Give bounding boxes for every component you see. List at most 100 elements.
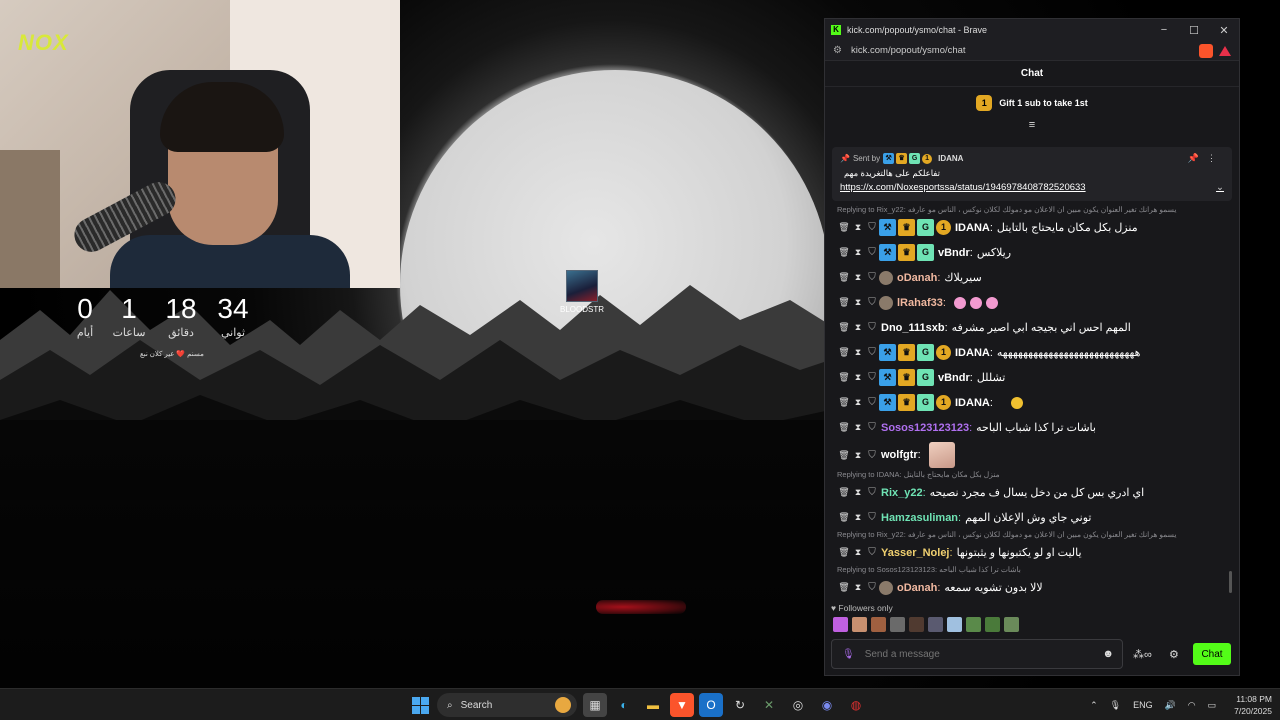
reply-context[interactable]: Replying to IDANA: منزل بكل مكان مايحتاج… xyxy=(837,470,1235,480)
ban-icon[interactable]: ⛉ xyxy=(865,512,879,523)
message-field[interactable]: 🎙 ☻ xyxy=(831,639,1123,669)
chat-username[interactable]: vBndr xyxy=(938,372,970,384)
chat-username[interactable]: IDANA xyxy=(955,222,990,234)
delete-icon[interactable]: 🗑 xyxy=(837,297,851,308)
delete-icon[interactable]: 🗑 xyxy=(837,512,851,523)
ban-icon[interactable]: ⛉ xyxy=(865,297,879,308)
timeout-icon[interactable]: ⧗ xyxy=(851,397,865,408)
timeout-icon[interactable]: ⧗ xyxy=(851,547,865,558)
brave-rewards-icon[interactable] xyxy=(1219,45,1231,56)
language-indicator[interactable]: ENG xyxy=(1133,700,1153,710)
taskbar-search[interactable]: ⌕ Search xyxy=(437,693,577,717)
send-chat-button[interactable]: Chat xyxy=(1193,643,1231,665)
chat-username[interactable]: wolfgtr xyxy=(881,449,918,461)
start-button[interactable] xyxy=(408,693,432,717)
chat-message[interactable]: 🗑 ⧗ ⛉ lRahaf33: xyxy=(837,290,1235,315)
ban-icon[interactable]: ⛉ xyxy=(865,347,879,358)
timeout-icon[interactable]: ⧗ xyxy=(851,372,865,383)
chat-message[interactable]: 🗑 ⧗ ⛉ ⚒ ♛ GvBndr: ريلاكس xyxy=(837,240,1235,265)
site-settings-icon[interactable]: ⚙ xyxy=(833,45,851,56)
chat-username[interactable]: lRahaf33 xyxy=(897,297,943,309)
ban-icon[interactable]: ⛉ xyxy=(865,247,879,258)
reply-context[interactable]: Replying to Rix_y22: يسمو هرانك تغير الع… xyxy=(837,530,1235,540)
chat-message[interactable]: 🗑 ⧗ ⛉ Sosos123123123: باشات ترا كذا شباب الب… xyxy=(837,415,1235,440)
delete-icon[interactable]: 🗑 xyxy=(837,372,851,383)
recording-icon[interactable]: ◍ xyxy=(844,693,868,717)
excel-icon[interactable]: ✕ xyxy=(757,693,781,717)
delete-icon[interactable]: 🗑 xyxy=(837,582,851,593)
brave-icon[interactable]: ▼ xyxy=(670,693,694,717)
desktop-shortcut[interactable]: BLOODSTR xyxy=(558,270,606,314)
gift-leaderboard-banner[interactable]: 1 Gift 1 sub to take 1st xyxy=(825,87,1239,119)
timeout-icon[interactable]: ⧗ xyxy=(851,222,865,233)
emote-icon[interactable] xyxy=(928,617,943,632)
minimize-button[interactable]: − xyxy=(1149,24,1179,36)
pinned-actions[interactable]: 📌⋮ xyxy=(1188,153,1224,164)
outlook-icon[interactable]: O xyxy=(699,693,723,717)
volume-icon[interactable]: 🔊 xyxy=(1165,700,1176,711)
chat-username[interactable]: IDANA xyxy=(955,397,990,409)
delete-icon[interactable]: 🗑 xyxy=(837,272,851,283)
delete-icon[interactable]: 🗑 xyxy=(837,422,851,433)
reply-context[interactable]: Replying to Sosos123123123: باشات ترا كذ… xyxy=(837,565,1235,575)
timeout-icon[interactable]: ⧗ xyxy=(851,297,865,308)
chat-username[interactable]: Hamzasuliman xyxy=(881,512,958,524)
store-icon[interactable]: ▦ xyxy=(583,693,607,717)
delete-icon[interactable]: 🗑 xyxy=(837,222,851,233)
ban-icon[interactable]: ⛉ xyxy=(865,222,879,233)
ban-icon[interactable]: ⛉ xyxy=(865,487,879,498)
timeout-icon[interactable]: ⧗ xyxy=(851,450,865,461)
delete-icon[interactable]: 🗑 xyxy=(837,322,851,333)
timeout-icon[interactable]: ⧗ xyxy=(851,347,865,358)
chat-message[interactable]: 🗑 ⧗ ⛉ oDanah: لالا بدون تشويه سمعه xyxy=(837,575,1235,600)
discord-icon[interactable]: ◉ xyxy=(815,693,839,717)
delete-icon[interactable]: 🗑 xyxy=(837,247,851,258)
gear-icon[interactable]: ⚙ xyxy=(1169,648,1187,661)
emote-icon[interactable] xyxy=(833,617,848,632)
emote-icon[interactable] xyxy=(966,617,981,632)
address-bar[interactable]: ⚙ kick.com/popout/ysmo/chat xyxy=(825,41,1239,61)
kicks-icon[interactable]: ⁂∞ xyxy=(1133,648,1163,661)
ban-icon[interactable]: ⛉ xyxy=(865,397,879,408)
pinned-link[interactable]: https://x.com/Noxesportssa/status/194697… xyxy=(840,182,1086,193)
chat-username[interactable]: IDANA xyxy=(955,347,990,359)
mic-icon[interactable]: 🎙 xyxy=(1110,700,1121,711)
emote-quickbar[interactable] xyxy=(833,617,1023,632)
chat-username[interactable]: oDanah xyxy=(897,272,937,284)
chat-username[interactable]: Rix_y22 xyxy=(881,487,923,499)
url-text[interactable]: kick.com/popout/ysmo/chat xyxy=(851,45,1199,56)
delete-icon[interactable]: 🗑 xyxy=(837,347,851,358)
network-app-icon[interactable]: ◎ xyxy=(786,693,810,717)
chat-message[interactable]: 🗑 ⧗ ⛉ Yasser_Nolej: ياليت او لو يكتبونها و ي… xyxy=(837,540,1235,565)
wifi-icon[interactable]: ◠ xyxy=(1188,700,1196,711)
timeout-icon[interactable]: ⧗ xyxy=(851,487,865,498)
emote-icon[interactable] xyxy=(1004,617,1019,632)
pinned-message[interactable]: 📌 Sent by ⚒ ♛ G 1 IDANA 📌⋮ تفاعلكم على ه… xyxy=(832,147,1232,201)
chat-message[interactable]: 🗑 ⧗ ⛉ oDanah: سيريلاك xyxy=(837,265,1235,290)
close-button[interactable]: ✕ xyxy=(1209,24,1239,37)
battery-icon[interactable]: ▭ xyxy=(1208,700,1217,711)
system-clock[interactable]: 11:08 PM 7/20/2025 xyxy=(1234,693,1272,717)
pinned-user[interactable]: IDANA xyxy=(938,154,963,163)
ban-icon[interactable]: ⛉ xyxy=(865,272,879,283)
scrollbar[interactable] xyxy=(1229,571,1232,593)
delete-icon[interactable]: 🗑 xyxy=(837,487,851,498)
collapse-icon[interactable]: ≡ xyxy=(825,119,1239,135)
reply-context[interactable]: Replying to Rix_y22: يسمو هرانك تغير الع… xyxy=(837,205,1235,215)
chat-message[interactable]: 🗑 ⧗ ⛉ ⚒ ♛ GvBndr: تشللل xyxy=(837,365,1235,390)
chat-message[interactable]: 🗑 ⧗ ⛉ Hamzasuliman: توني جاي وش الإعلان المه… xyxy=(837,505,1235,530)
emote-icon[interactable] xyxy=(909,617,924,632)
timeout-icon[interactable]: ⧗ xyxy=(851,512,865,523)
emote-icon[interactable] xyxy=(947,617,962,632)
timeout-icon[interactable]: ⧗ xyxy=(851,582,865,593)
chat-message[interactable]: 🗑 ⧗ ⛉ ⚒ ♛ G 1 IDANA: منزل بكل مكان مايحتاج بالتا… xyxy=(837,215,1235,240)
chat-username[interactable]: Sosos123123123 xyxy=(881,422,969,434)
delete-icon[interactable]: 🗑 xyxy=(837,450,851,461)
chat-message[interactable]: 🗑 ⧗ ⛉ ⚒ ♛ G 1 IDANA: ههههههههههههههههههههههههههه… xyxy=(837,340,1235,365)
chat-username[interactable]: Dno_111sxb xyxy=(881,322,945,334)
window-titlebar[interactable]: K kick.com/popout/ysmo/chat - Brave − ☐ … xyxy=(825,19,1239,41)
ban-icon[interactable]: ⛉ xyxy=(865,372,879,383)
chat-message[interactable]: 🗑 ⧗ ⛉ wolfgtr: xyxy=(837,440,1235,470)
delete-icon[interactable]: 🗑 xyxy=(837,397,851,408)
ban-icon[interactable]: ⛉ xyxy=(865,322,879,333)
